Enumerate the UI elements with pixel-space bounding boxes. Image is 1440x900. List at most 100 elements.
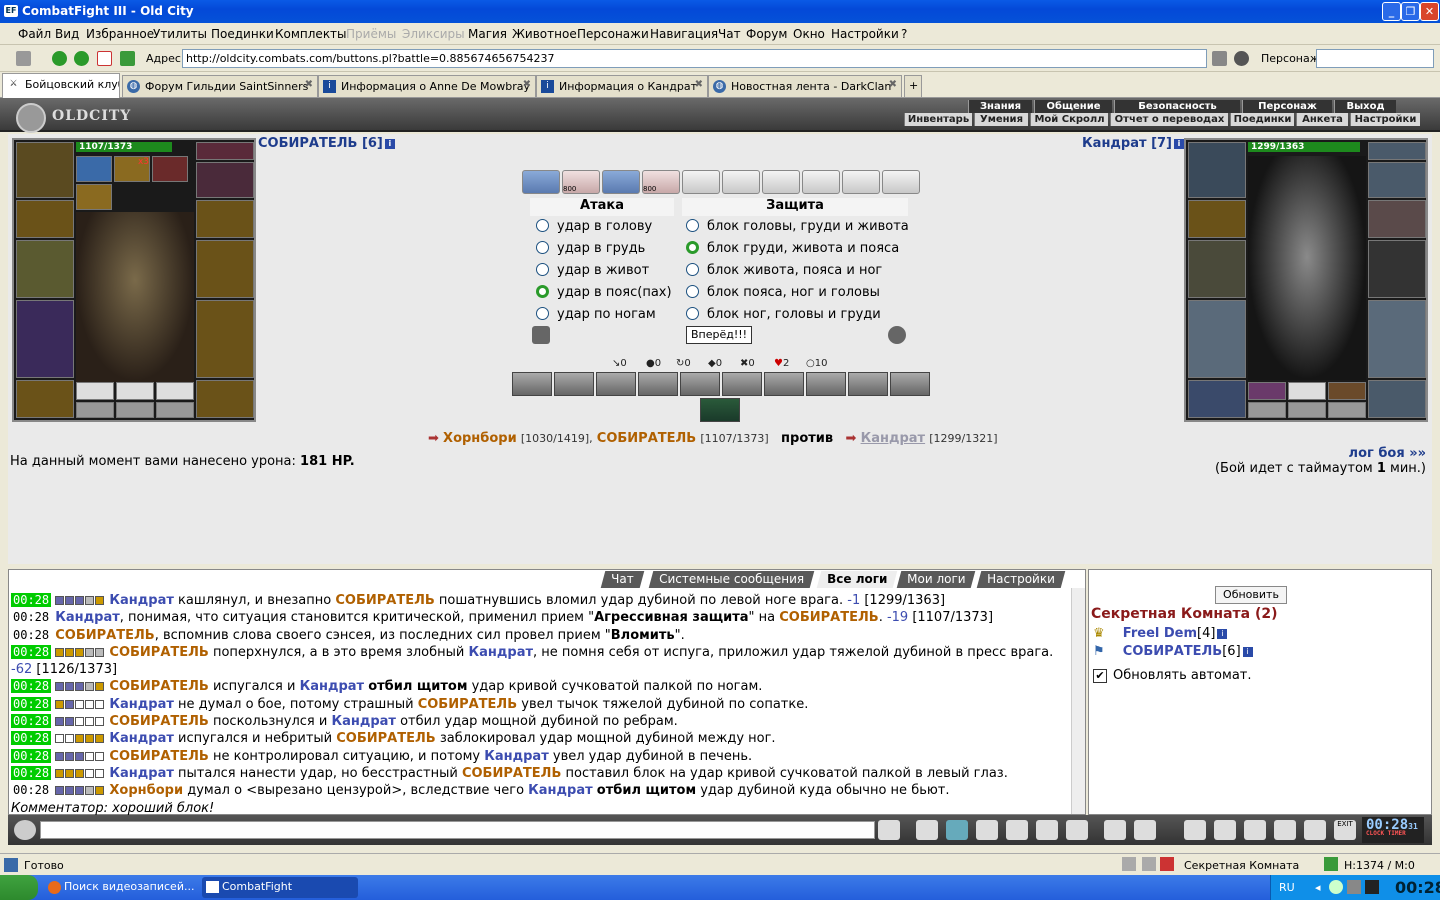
weapon-slot[interactable] bbox=[16, 240, 74, 298]
room-member[interactable]: ♛ Freel Dem[4] i bbox=[1093, 626, 1228, 641]
close-tab-icon[interactable]: ✖ bbox=[889, 79, 897, 90]
app-tray-icon[interactable] bbox=[1365, 880, 1379, 894]
eraser-icon[interactable] bbox=[916, 820, 938, 840]
attack-option-belly[interactable]: удар в живот bbox=[536, 261, 649, 281]
menu-favorites[interactable]: Избранное bbox=[86, 27, 154, 41]
info-icon[interactable]: i bbox=[384, 138, 395, 149]
stop-icon[interactable] bbox=[97, 51, 112, 66]
nav-exit[interactable]: Выход bbox=[1334, 100, 1396, 113]
shield-icon[interactable] bbox=[532, 326, 550, 344]
refresh-icon[interactable] bbox=[1122, 857, 1136, 871]
save-icon[interactable] bbox=[976, 820, 998, 840]
battle-log-link[interactable]: лог боя »» bbox=[1215, 446, 1426, 461]
radio-button-selected[interactable] bbox=[686, 241, 699, 254]
attack-option-groin[interactable]: удар в пояс(пах) bbox=[536, 283, 672, 303]
fighter-kandrat[interactable]: Кандрат bbox=[861, 431, 926, 446]
enemy-name[interactable]: Кандрат [7] i bbox=[1082, 136, 1184, 151]
checkbox-checked[interactable]: ✔ bbox=[1093, 669, 1107, 683]
nav-skills[interactable]: Умения bbox=[974, 113, 1028, 126]
tray-arrow-icon[interactable]: ◂ bbox=[1315, 881, 1321, 894]
skill-icon[interactable] bbox=[700, 398, 740, 422]
character-select[interactable] bbox=[1316, 49, 1434, 68]
shield-slot[interactable] bbox=[196, 240, 254, 298]
radio-button[interactable] bbox=[536, 307, 549, 320]
address-input[interactable]: http://oldcity.combats.com/buttons.pl?ba… bbox=[182, 49, 1207, 68]
tab-news-darkclan[interactable]: ◍ Новостная лента - DarkClan ✖ bbox=[708, 75, 902, 97]
task-browser[interactable]: Поиск видеозаписей... bbox=[44, 877, 194, 898]
empty-slot[interactable] bbox=[1288, 402, 1326, 418]
empty-slot[interactable] bbox=[116, 382, 154, 400]
nav-transfer-report[interactable]: Отчет о переводах bbox=[1110, 113, 1228, 126]
gloves-slot[interactable] bbox=[196, 200, 254, 238]
nav-communication[interactable]: Общение bbox=[1034, 100, 1112, 113]
radio-button[interactable] bbox=[686, 263, 699, 276]
fighter-icon[interactable] bbox=[1006, 820, 1028, 840]
forward-button[interactable]: Вперёд!!! bbox=[686, 326, 752, 344]
close-tab-icon[interactable]: ✖ bbox=[695, 79, 703, 90]
chat-input[interactable] bbox=[40, 821, 875, 839]
menu-techniques[interactable]: Приёмы bbox=[346, 27, 396, 41]
people-icon[interactable] bbox=[1160, 857, 1174, 871]
helmet-slot[interactable] bbox=[1188, 142, 1246, 198]
auto-refresh-option[interactable]: ✔ Обновлять автомат. bbox=[1093, 668, 1252, 683]
menu-window[interactable]: Окно bbox=[793, 27, 825, 41]
back-icon[interactable] bbox=[52, 51, 67, 66]
clan-icon[interactable] bbox=[1214, 820, 1236, 840]
empty-slot[interactable] bbox=[116, 402, 154, 418]
close-button[interactable]: ✕ bbox=[1420, 2, 1439, 21]
armor-slot[interactable] bbox=[16, 300, 74, 378]
menu-navigation[interactable]: Навигация bbox=[650, 27, 718, 41]
network-icon[interactable] bbox=[1329, 880, 1343, 894]
menu-magic[interactable]: Магия bbox=[468, 27, 507, 41]
skill-icon[interactable] bbox=[764, 372, 804, 396]
tab-log-settings[interactable]: Настройки bbox=[976, 571, 1066, 588]
menu-utils[interactable]: Утилиты bbox=[153, 27, 207, 41]
percent-icon[interactable] bbox=[1036, 820, 1058, 840]
menu-chat[interactable]: Чат bbox=[718, 27, 741, 41]
menu-settings[interactable]: Настройки bbox=[831, 27, 899, 41]
menu-view[interactable]: Вид bbox=[55, 27, 79, 41]
smile-icon[interactable] bbox=[1104, 820, 1126, 840]
skill-icon[interactable] bbox=[806, 372, 846, 396]
forward-icon[interactable] bbox=[74, 51, 89, 66]
effect-icon[interactable] bbox=[76, 156, 112, 182]
speaker-icon[interactable] bbox=[1347, 880, 1361, 894]
belt-slot[interactable] bbox=[16, 380, 74, 418]
new-tab-button[interactable]: + bbox=[904, 75, 922, 97]
attack-option-head[interactable]: удар в голову bbox=[536, 217, 652, 237]
defense-option-4[interactable]: блок пояса, ног и головы bbox=[686, 283, 880, 303]
skill-icon[interactable] bbox=[596, 372, 636, 396]
skill-icon[interactable] bbox=[848, 372, 888, 396]
defense-option-5[interactable]: блок ног, головы и груди bbox=[686, 305, 881, 325]
amulet-slot[interactable] bbox=[1368, 162, 1426, 198]
menu-sets[interactable]: Комплекты bbox=[275, 27, 347, 41]
helmet-slot[interactable] bbox=[16, 142, 74, 198]
info-icon[interactable]: i bbox=[1217, 628, 1228, 639]
armor-slot[interactable] bbox=[1188, 300, 1246, 378]
empty-slot[interactable] bbox=[1288, 382, 1326, 400]
effect-icon[interactable] bbox=[76, 184, 112, 210]
refresh-button[interactable]: Обновить bbox=[1215, 586, 1287, 604]
tab-fight-club[interactable]: ⚔ Бойцовский клуб bbox=[2, 73, 120, 98]
attack-option-legs[interactable]: удар по ногам bbox=[536, 305, 656, 325]
nav-character[interactable]: Персонаж bbox=[1242, 100, 1332, 113]
defense-option-2[interactable]: блок груди, живота и пояса bbox=[686, 239, 899, 259]
radio-button[interactable] bbox=[536, 241, 549, 254]
radio-button[interactable] bbox=[536, 219, 549, 232]
skill-icon[interactable] bbox=[638, 372, 678, 396]
skill-icon[interactable] bbox=[680, 372, 720, 396]
earring-slot[interactable] bbox=[196, 142, 254, 160]
nav-knowledge[interactable]: Знания bbox=[968, 100, 1032, 113]
nav-duels[interactable]: Поединки bbox=[1230, 113, 1294, 126]
radio-button[interactable] bbox=[686, 285, 699, 298]
my-name[interactable]: СОБИРАТЕЛЬ [6] i bbox=[258, 136, 395, 151]
effect-badge-icon[interactable]: x3 bbox=[114, 156, 150, 182]
shield-slot[interactable] bbox=[1368, 240, 1426, 298]
empty-slot[interactable] bbox=[76, 402, 114, 418]
amulet-slot[interactable] bbox=[196, 162, 254, 198]
heal-scroll-icon[interactable] bbox=[76, 382, 114, 400]
task-combatfight[interactable]: CombatFight bbox=[202, 877, 358, 898]
tab-info-anne[interactable]: i Информация о Anne De Mowbray ✖ bbox=[318, 75, 536, 97]
skill-icon[interactable] bbox=[512, 372, 552, 396]
nav-my-scroll[interactable]: Мой Скролл bbox=[1030, 113, 1108, 126]
